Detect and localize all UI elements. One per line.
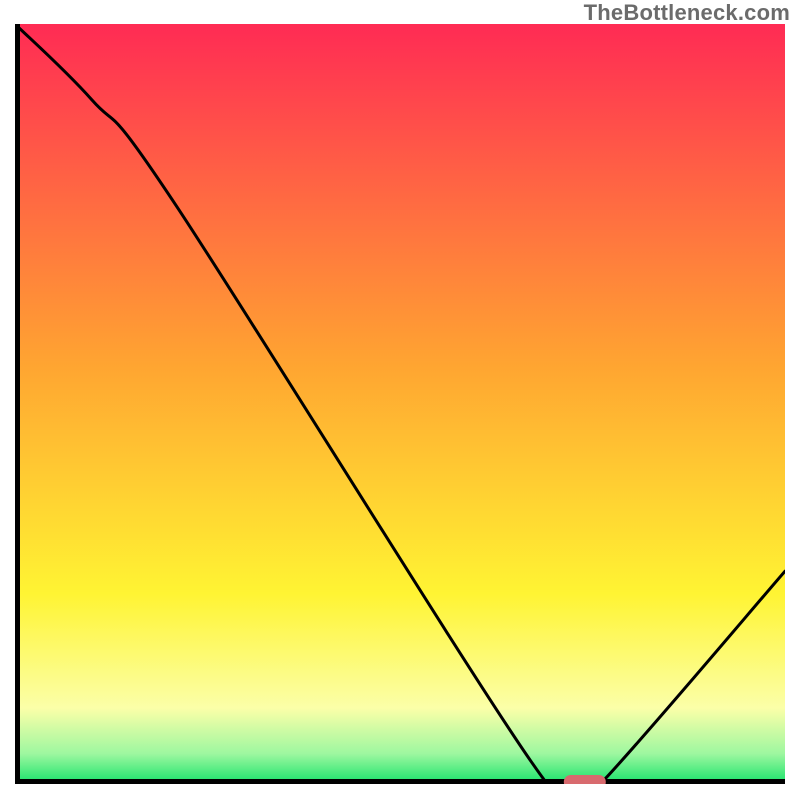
chart-container: TheBottleneck.com [0,0,800,800]
chart-plot [15,24,785,784]
heat-gradient [15,24,785,784]
y-axis [15,24,20,784]
x-axis [15,779,785,784]
watermark-text: TheBottleneck.com [584,0,790,26]
